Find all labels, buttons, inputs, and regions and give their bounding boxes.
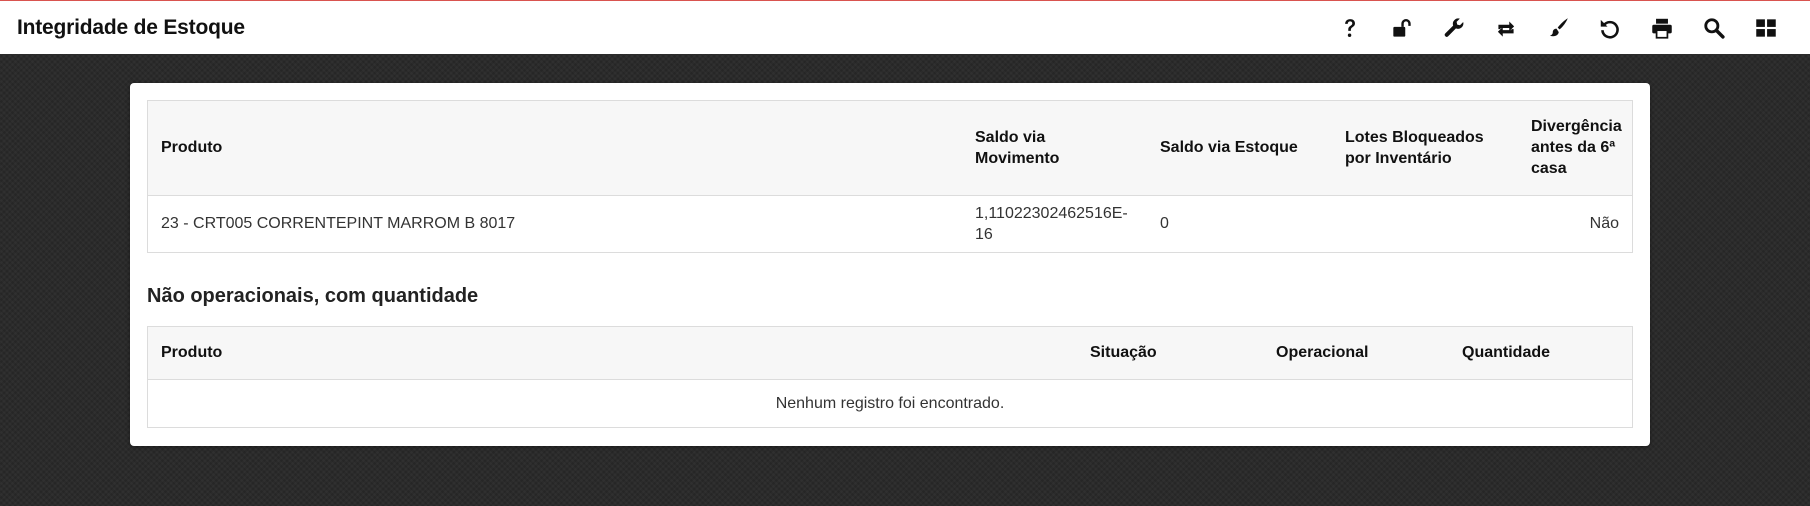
print-button[interactable] xyxy=(1636,8,1688,48)
repeat-icon xyxy=(1497,21,1515,37)
page-title: Integridade de Estoque xyxy=(17,15,245,39)
search-button[interactable] xyxy=(1688,8,1740,48)
help-icon xyxy=(1345,18,1355,37)
wrench-icon xyxy=(1444,17,1464,37)
column-header-situacao: Situação xyxy=(1077,327,1263,379)
cell-produto: 23 - CRT005 CORRENTEPINT MARROM B 8017 xyxy=(161,215,516,233)
non-operational-table: Produto Situação Operacional Quantidade … xyxy=(148,327,1632,427)
top-bar: Integridade de Estoque xyxy=(0,0,1810,54)
help-button[interactable] xyxy=(1324,8,1376,48)
brush-button[interactable] xyxy=(1532,8,1584,48)
column-header-saldo-estoque: Saldo via Estoque xyxy=(1147,101,1332,195)
section-title: Não operacionais, com quantidade xyxy=(147,285,479,307)
content-card: Produto Saldo via Movimento Saldo via Es… xyxy=(130,83,1650,446)
layout-icon xyxy=(1756,18,1776,37)
table-row[interactable]: 23 - CRT005 CORRENTEPINT MARROM B 8017 1… xyxy=(148,195,1632,252)
search-icon xyxy=(1704,17,1725,39)
integrity-table-container: Produto Saldo via Movimento Saldo via Es… xyxy=(147,100,1633,253)
tools-button[interactable] xyxy=(1428,8,1480,48)
column-header-saldo-movimento: Saldo via Movimento xyxy=(962,101,1147,195)
empty-row: Nenhum registro foi encontrado. xyxy=(148,379,1632,427)
unlock-icon xyxy=(1393,18,1411,37)
column-header-produto: Produto xyxy=(148,101,962,195)
empty-message: Nenhum registro foi encontrado. xyxy=(775,394,1005,412)
column-header-divergencia: Divergência antes da 6ª casa xyxy=(1518,101,1632,195)
repeat-button[interactable] xyxy=(1480,8,1532,48)
column-header-lotes-bloqueados: Lotes Bloqueados por Inventário xyxy=(1332,101,1518,195)
column-header-operacional: Operacional xyxy=(1263,327,1449,379)
print-icon xyxy=(1652,18,1672,39)
layout-button[interactable] xyxy=(1740,8,1792,48)
undo-icon xyxy=(1600,19,1619,39)
column-header-produto: Produto xyxy=(148,327,1077,379)
cell-saldo-movimento: 1,11022302462516E-16 xyxy=(975,204,1128,243)
undo-button[interactable] xyxy=(1584,8,1636,48)
cell-lotes-bloqueados xyxy=(1332,195,1518,252)
brush-icon xyxy=(1549,17,1568,36)
cell-divergencia: Não xyxy=(1589,215,1619,233)
column-header-quantidade: Quantidade xyxy=(1449,327,1632,379)
cell-saldo-estoque: 0 xyxy=(1160,215,1169,233)
unlock-button[interactable] xyxy=(1376,8,1428,48)
toolbar xyxy=(1324,8,1792,48)
non-operational-table-container: Produto Situação Operacional Quantidade … xyxy=(147,326,1633,428)
table-header-row: Produto Situação Operacional Quantidade xyxy=(148,327,1632,379)
integrity-table: Produto Saldo via Movimento Saldo via Es… xyxy=(148,101,1632,252)
table-header-row: Produto Saldo via Movimento Saldo via Es… xyxy=(148,101,1632,195)
